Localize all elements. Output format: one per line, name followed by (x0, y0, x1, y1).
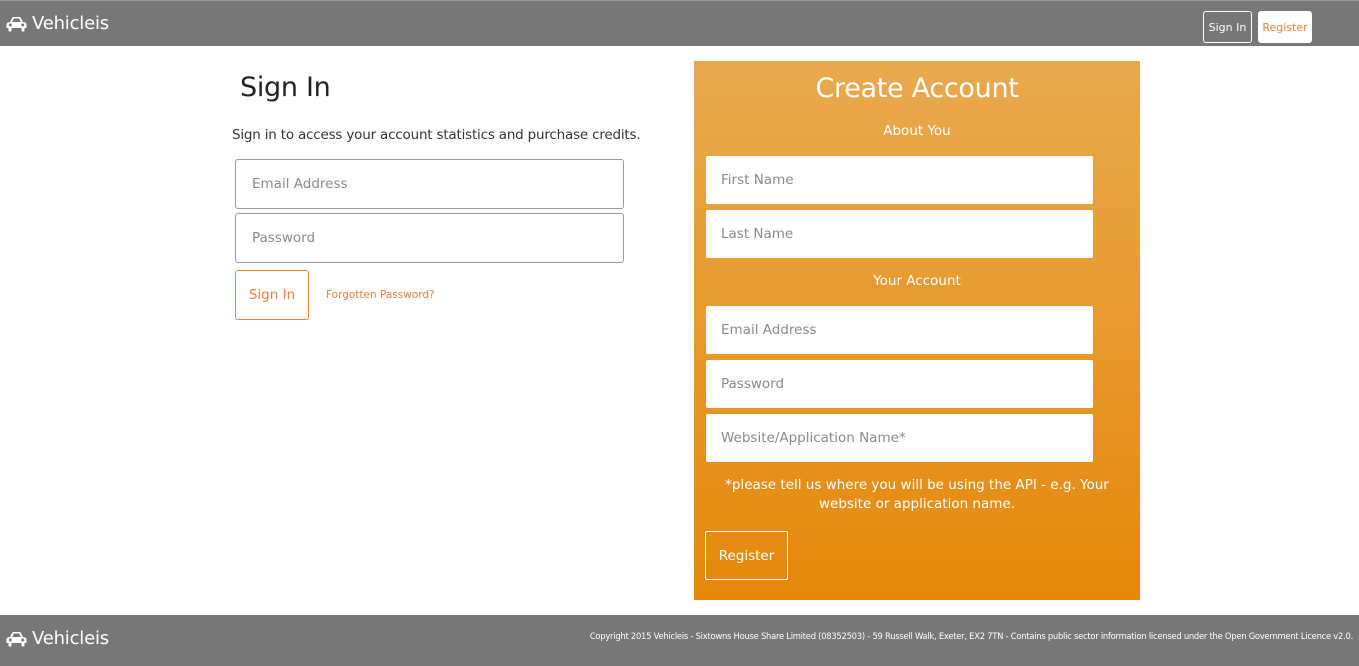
website-name-input[interactable] (706, 414, 1093, 462)
nav-register-button[interactable]: Register (1258, 11, 1312, 43)
register-password-input[interactable] (706, 360, 1093, 408)
top-navbar: Vehicleis Sign In Register (0, 0, 1359, 46)
car-icon (6, 632, 27, 647)
signin-title: Sign In (240, 72, 331, 103)
brand-link[interactable]: Vehicleis (6, 12, 109, 36)
api-usage-note: *please tell us where you will be using … (725, 477, 1109, 512)
register-button[interactable]: Register (705, 531, 788, 580)
about-you-heading: About You (883, 123, 951, 139)
signin-email-input[interactable] (235, 159, 624, 209)
footer-brand-name: Vehicleis (32, 628, 109, 649)
first-name-input[interactable] (706, 156, 1093, 204)
signin-button[interactable]: Sign In (235, 270, 309, 320)
signin-password-input[interactable] (235, 213, 624, 263)
footer: Vehicleis Copyright 2015 Vehicleis - Six… (0, 615, 1359, 666)
copyright-text: Copyright 2015 Vehicleis - Sixtowns Hous… (589, 631, 1353, 641)
last-name-input[interactable] (706, 210, 1093, 258)
your-account-heading: Your Account (873, 273, 961, 289)
footer-brand-link[interactable]: Vehicleis (6, 627, 109, 651)
create-account-title: Create Account (815, 73, 1019, 104)
register-email-input[interactable] (706, 306, 1093, 354)
forgot-password-link[interactable]: Forgotten Password? (326, 289, 435, 301)
create-account-panel: Create Account About You Your Account *p… (694, 61, 1140, 600)
car-icon (6, 17, 27, 32)
nav-signin-button[interactable]: Sign In (1203, 11, 1252, 43)
brand-name: Vehicleis (32, 13, 109, 34)
signin-description: Sign in to access your account statistic… (232, 127, 641, 143)
